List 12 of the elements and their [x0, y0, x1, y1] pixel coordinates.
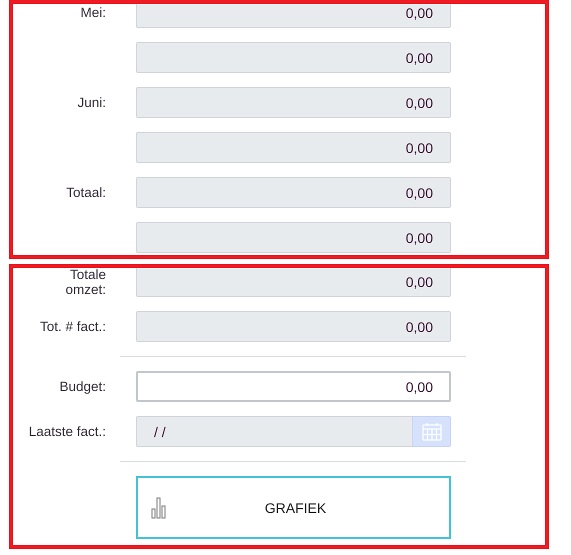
chart-button[interactable]: GRAFIEK [136, 476, 451, 539]
field-label: Totaal: [65, 185, 106, 200]
calendar-icon [422, 422, 442, 440]
field-label: Totale omzet: [64, 268, 106, 296]
field-label: Tot. # fact.: [38, 319, 106, 334]
amount-field[interactable]: 0,00 [136, 371, 451, 402]
field-label: Mei: [79, 5, 106, 20]
calendar-button[interactable] [412, 416, 451, 447]
bar-chart-icon [151, 496, 167, 518]
field-label: Laatste fact.: [28, 424, 106, 439]
field-label: Budget: [58, 379, 106, 394]
field-label: Juni: [76, 95, 106, 110]
